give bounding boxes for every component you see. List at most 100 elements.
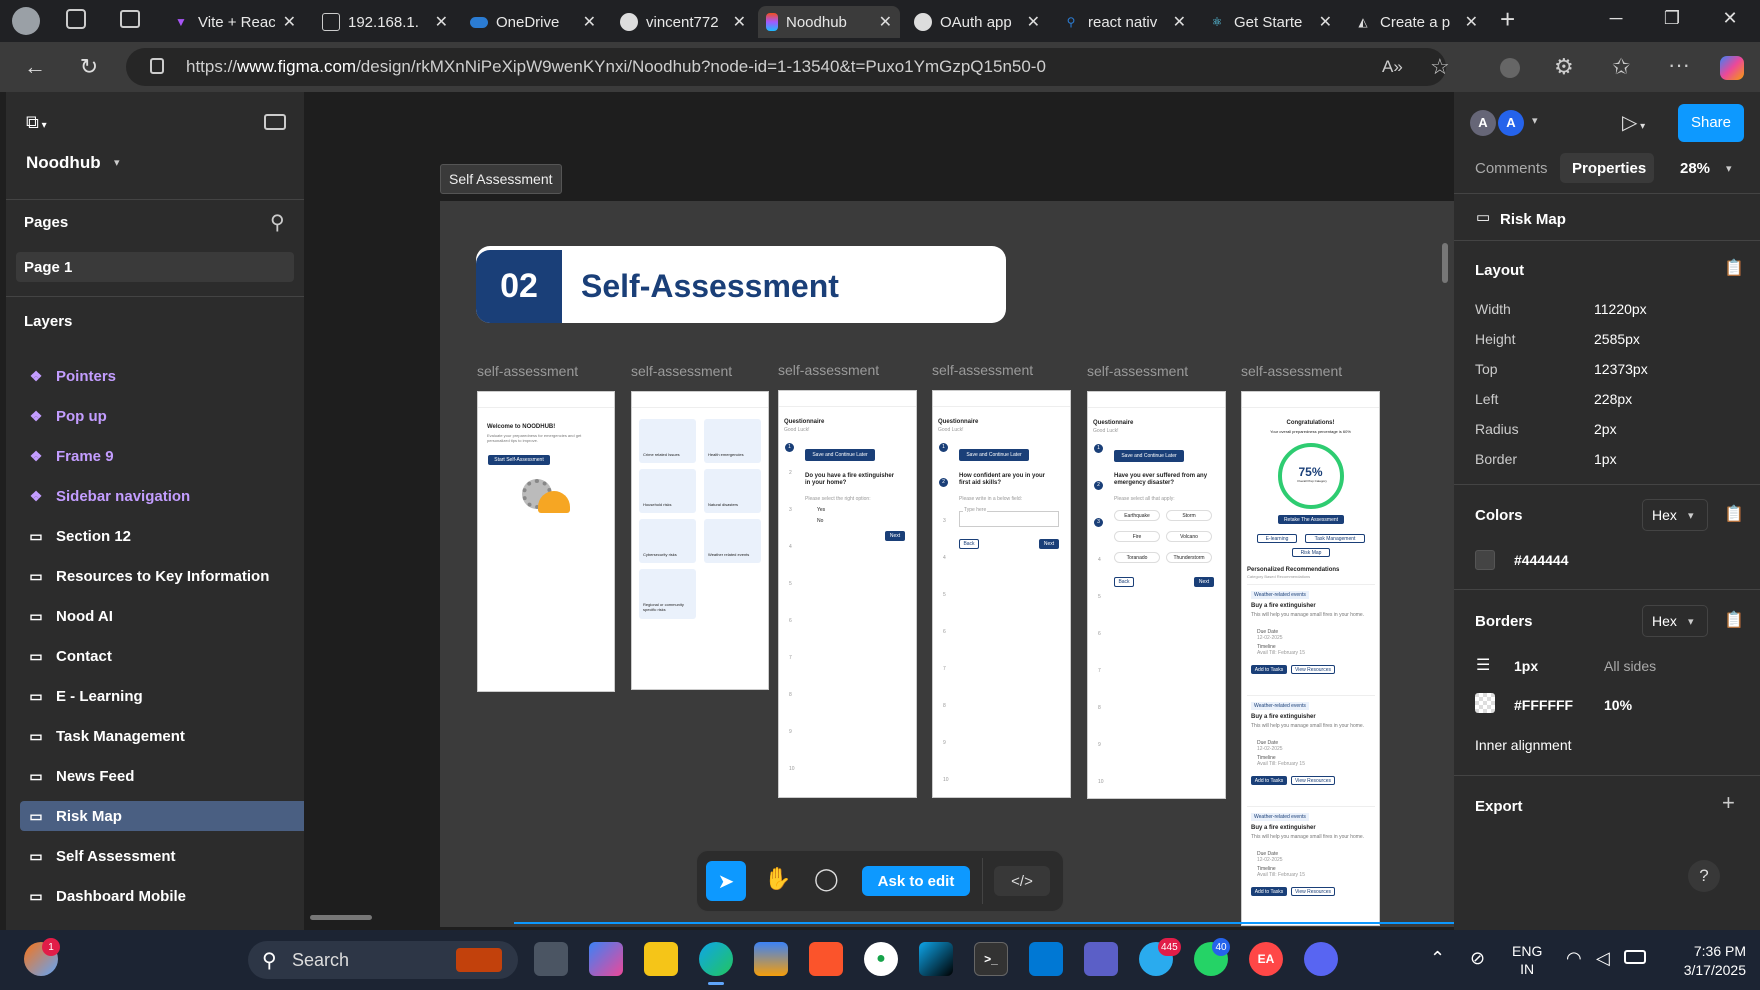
- brave-icon[interactable]: [809, 942, 843, 976]
- layer-item[interactable]: ▭ Self Assessment: [20, 841, 304, 871]
- frame-question-2[interactable]: Questionnaire Good Luck! Save and Contin…: [932, 390, 1071, 798]
- language-indicator[interactable]: ENG IN: [1512, 942, 1542, 978]
- horizontal-scrollbar[interactable]: [310, 915, 372, 920]
- clock[interactable]: 7:36 PM 3/17/2025: [1660, 942, 1746, 980]
- store-icon[interactable]: [754, 942, 788, 976]
- fill-hex-value[interactable]: #444444: [1514, 552, 1569, 568]
- help-button[interactable]: ?: [1688, 860, 1720, 892]
- close-tab-icon[interactable]: ✕: [1465, 12, 1478, 32]
- layer-item[interactable]: ❖ Pointers: [20, 361, 304, 391]
- lock-icon[interactable]: [150, 58, 164, 74]
- close-tab-icon[interactable]: ✕: [1173, 12, 1186, 32]
- close-window-icon[interactable]: ✕: [1710, 8, 1750, 29]
- layer-item[interactable]: ▭ Resources to Key Information: [20, 561, 304, 591]
- favorites-icon[interactable]: ✩: [1612, 54, 1630, 80]
- mongodb-icon[interactable]: ●: [864, 942, 898, 976]
- profile-avatar-icon[interactable]: [12, 7, 40, 35]
- frame-label[interactable]: self-assessment: [778, 362, 879, 378]
- more-menu-icon[interactable]: ···: [1668, 52, 1690, 78]
- layer-item[interactable]: ▭ Contact: [20, 641, 304, 671]
- frame-label[interactable]: self-assessment: [932, 362, 1033, 378]
- layer-item[interactable]: ▭ Task Management: [20, 721, 304, 751]
- close-tab-icon[interactable]: ✕: [283, 12, 296, 32]
- file-chevron-icon[interactable]: ▾: [114, 156, 120, 169]
- extensions-icon[interactable]: ⚙: [1554, 54, 1574, 80]
- zoom-chevron-icon[interactable]: ▾: [1726, 162, 1732, 175]
- search-pages-icon[interactable]: ⚲: [270, 210, 285, 235]
- avatar[interactable]: A: [1498, 110, 1524, 136]
- tab-actions-icon[interactable]: [120, 10, 140, 28]
- browser-tab[interactable]: 192.168.1. ✕: [314, 6, 456, 38]
- avatars-chevron-icon[interactable]: ▾: [1532, 114, 1538, 127]
- task-view-icon[interactable]: [534, 942, 568, 976]
- vertical-scrollbar[interactable]: [1442, 243, 1448, 283]
- dev-mode-toggle[interactable]: </>: [994, 866, 1050, 896]
- tab-properties[interactable]: Properties: [1572, 160, 1646, 177]
- layer-item[interactable]: ▭ Nood AI: [20, 601, 304, 631]
- ea-app-icon[interactable]: EA: [1249, 942, 1283, 976]
- layer-item[interactable]: ❖ Pop up: [20, 401, 304, 431]
- layer-item[interactable]: ▭ Dashboard Mobile: [20, 881, 304, 911]
- discord-icon[interactable]: [1304, 942, 1338, 976]
- tracking-prevention-icon[interactable]: [1500, 58, 1520, 78]
- battery-icon[interactable]: [1624, 950, 1646, 964]
- frame-question-3[interactable]: Questionnaire Good Luck! Save and Contin…: [1087, 391, 1226, 799]
- tray-overflow-icon[interactable]: ⌃: [1430, 948, 1445, 969]
- figma-menu-icon[interactable]: ⧉ ▾: [26, 112, 47, 133]
- fill-swatch[interactable]: [1475, 550, 1495, 570]
- share-button[interactable]: Share: [1678, 104, 1744, 142]
- browser-tab[interactable]: OneDrive ✕: [462, 6, 604, 38]
- layer-item[interactable]: ▭ Section 12: [20, 521, 304, 551]
- vscode-icon[interactable]: [1029, 942, 1063, 976]
- teams-icon[interactable]: [1084, 942, 1118, 976]
- frame-label[interactable]: self-assessment: [631, 363, 732, 379]
- border-opacity[interactable]: 10%: [1604, 697, 1632, 713]
- browser-tab-active[interactable]: Noodhub ✕: [758, 6, 900, 38]
- copilot-icon[interactable]: [1720, 56, 1744, 80]
- refresh-icon[interactable]: ↻: [74, 54, 104, 80]
- frame-question-1[interactable]: Questionnaire Good Luck! Save and Contin…: [778, 390, 917, 798]
- file-explorer-icon[interactable]: [644, 942, 678, 976]
- close-tab-icon[interactable]: ✕: [1027, 12, 1040, 32]
- file-name[interactable]: Noodhub: [26, 153, 101, 173]
- new-tab-button[interactable]: +: [1500, 4, 1515, 35]
- ask-to-edit-button[interactable]: Ask to edit: [862, 866, 970, 896]
- close-tab-icon[interactable]: ✕: [583, 12, 596, 32]
- frame-label[interactable]: self-assessment: [1087, 363, 1188, 379]
- tab-comments[interactable]: Comments: [1475, 160, 1548, 177]
- read-aloud-icon[interactable]: A»: [1382, 57, 1403, 77]
- frame-welcome[interactable]: Welcome to NOODHUB! Evaluate your prepar…: [477, 391, 615, 692]
- volume-icon[interactable]: ◁: [1596, 948, 1610, 969]
- hand-tool-icon[interactable]: ✋: [764, 866, 791, 892]
- inner-alignment-label[interactable]: Inner alignment: [1475, 737, 1572, 753]
- move-tool-icon[interactable]: ➤: [706, 861, 746, 901]
- zoom-level[interactable]: 28%: [1680, 160, 1710, 177]
- border-hex-value[interactable]: #FFFFFF: [1514, 697, 1573, 713]
- clipboard-icon[interactable]: 📋: [1724, 504, 1744, 524]
- present-play-icon[interactable]: ▷ ▾: [1622, 110, 1645, 135]
- browser-tab[interactable]: ▼ Vite + React ✕: [164, 6, 304, 38]
- copilot-app-icon[interactable]: [589, 942, 623, 976]
- wifi-icon[interactable]: ◠: [1566, 948, 1582, 969]
- favorite-star-icon[interactable]: ☆: [1430, 54, 1450, 80]
- frame-categories[interactable]: Crime related Issues Health emergencies …: [631, 391, 769, 690]
- browser-tab[interactable]: ◭ Create a p ✕: [1346, 6, 1486, 38]
- frame-label[interactable]: self-assessment: [1241, 363, 1342, 379]
- layer-item[interactable]: ❖ Sidebar navigation: [20, 481, 304, 511]
- frame-label[interactable]: self-assessment: [477, 363, 578, 379]
- clipboard-icon[interactable]: 📋: [1724, 610, 1744, 630]
- browser-tab[interactable]: ⚛ Get Starte ✕: [1200, 6, 1340, 38]
- layer-item[interactable]: ▭ E - Learning: [20, 681, 304, 711]
- layer-item-selected[interactable]: ▭ Risk Map: [20, 801, 304, 831]
- close-tab-icon[interactable]: ✕: [435, 12, 448, 32]
- toggle-panel-icon[interactable]: [264, 114, 286, 130]
- clipboard-icon[interactable]: 📋: [1724, 258, 1744, 278]
- close-tab-icon[interactable]: ✕: [1319, 12, 1332, 32]
- edge-browser-icon[interactable]: [699, 942, 733, 976]
- border-sides[interactable]: All sides: [1604, 658, 1656, 674]
- browser-tab[interactable]: OAuth app ✕: [906, 6, 1048, 38]
- terminal-icon[interactable]: >_: [974, 942, 1008, 976]
- start-windows-icon[interactable]: [196, 942, 230, 976]
- add-export-icon[interactable]: +: [1722, 790, 1735, 816]
- browser-tab[interactable]: vincent772 ✕: [612, 6, 754, 38]
